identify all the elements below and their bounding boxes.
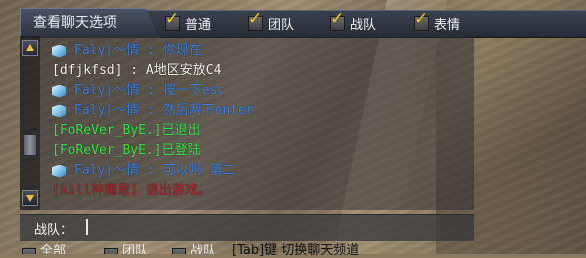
chat-scrollbar[interactable] — [20, 36, 40, 210]
chat-input-row[interactable] — [20, 214, 474, 241]
message-text: Faly|～情 : 然后两下enter — [74, 103, 254, 118]
team-badge-icon — [52, 104, 66, 118]
arrow-up-icon — [26, 44, 34, 51]
message-text: [FoReVer_ByE.]已登陆 — [52, 143, 201, 158]
chat-message: [FoReVer_ByE.]已退出 — [52, 121, 472, 141]
filter-normal-label: 普通 — [185, 17, 212, 33]
channel-label: 战队： — [34, 223, 74, 238]
scroll-up-button[interactable] — [22, 40, 38, 56]
message-text: Faly|～情 : 按一下esc — [74, 83, 226, 98]
filter-team[interactable]: ✓ 团队 — [248, 10, 295, 34]
checkmark-icon: ✓ — [248, 8, 263, 29]
channel-clan-label: 战队 — [190, 244, 217, 254]
normal-checkbox[interactable]: ✓ — [165, 10, 180, 31]
channel-team-label: 团队 — [122, 244, 149, 254]
filter-clan[interactable]: ✓ 战队 — [330, 10, 377, 34]
message-text: [FoReVer_ByE.]已退出 — [52, 123, 201, 138]
chat-message: [dfjkfsd] : A地区安放C4 — [52, 61, 472, 81]
chat-message: Faly|～情 : 你现在 — [52, 41, 472, 61]
team-badge-icon — [52, 44, 66, 58]
channel-all-checkbox[interactable] — [22, 248, 36, 254]
message-text: Faly|～情 : 可以吗 第二 — [74, 163, 236, 178]
emote-checkbox[interactable]: ✓ — [414, 10, 429, 31]
channel-clan-checkbox[interactable] — [172, 248, 186, 254]
chat-messages: Faly|～情 : 你现在 [dfjkfsd] : A地区安放C4 Faly|～… — [52, 41, 472, 201]
message-text: [dfjkfsd] : A地区安放C4 — [52, 63, 222, 78]
text-caret — [86, 219, 88, 235]
message-text: [kill神魔意] 退出游戏。 — [52, 183, 211, 198]
checkmark-icon: ✓ — [330, 8, 345, 29]
arrow-down-icon — [26, 195, 34, 202]
channel-team-checkbox[interactable] — [104, 248, 118, 254]
filter-emote[interactable]: ✓ 表情 — [414, 10, 461, 34]
chat-message: [FoReVer_ByE.]已登陆 — [52, 141, 472, 161]
chat-options-title[interactable]: 查看聊天选项 — [20, 8, 160, 38]
filter-normal[interactable]: ✓ 普通 — [165, 10, 212, 34]
clan-checkbox[interactable]: ✓ — [330, 10, 345, 31]
chat-message: Faly|～情 : 按一下esc — [52, 81, 472, 101]
checkmark-icon: ✓ — [165, 8, 180, 29]
team-badge-icon — [52, 84, 66, 98]
channel-all-label: 全部 — [40, 244, 67, 254]
team-checkbox[interactable]: ✓ — [248, 10, 263, 31]
tab-switch-hint: [Tab]键 切换聊天频道 — [232, 243, 360, 258]
scroll-down-button[interactable] — [22, 190, 38, 206]
scroll-thumb[interactable] — [23, 134, 37, 156]
chat-message: Faly|～情 : 可以吗 第二 — [52, 161, 472, 181]
chat-message: [kill神魔意] 退出游戏。 — [52, 181, 472, 201]
filter-team-label: 团队 — [268, 17, 295, 33]
message-text: Faly|～情 : 你现在 — [74, 43, 202, 58]
filter-clan-label: 战队 — [350, 17, 377, 33]
checkmark-icon: ✓ — [414, 8, 429, 29]
chat-message: Faly|～情 : 然后两下enter — [52, 101, 472, 121]
team-badge-icon — [52, 164, 66, 178]
filter-emote-label: 表情 — [434, 17, 461, 33]
